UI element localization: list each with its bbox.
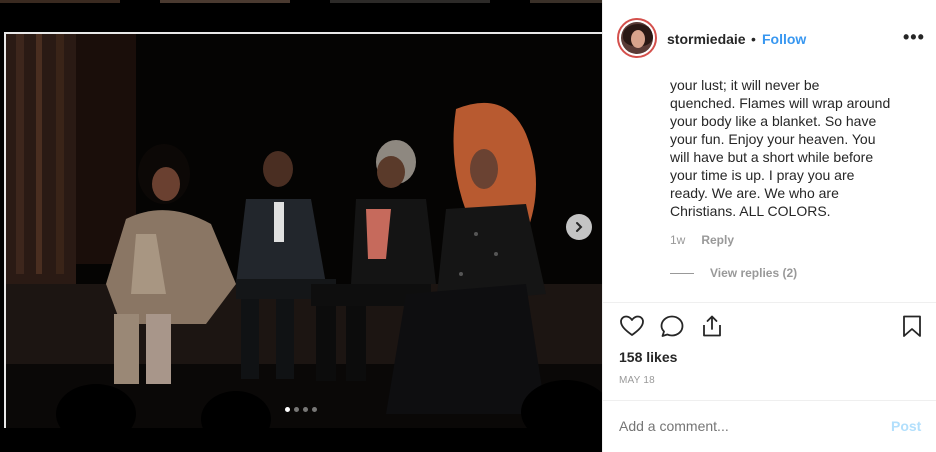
- comments-list: your lust; it will never be quenched. Fl…: [603, 76, 936, 302]
- thumbnail-edge: [330, 0, 490, 3]
- stage-photo-illustration: [6, 34, 602, 428]
- view-replies-label: View replies (2): [710, 266, 798, 280]
- comment-text: your lust; it will never be quenched. Fl…: [670, 76, 910, 220]
- comment-line: Christians. ALL COLORS.: [670, 203, 831, 219]
- carousel-next-button[interactable]: [566, 214, 592, 240]
- post-media: [0, 32, 602, 452]
- thumbnail-edge: [0, 0, 120, 3]
- username-link[interactable]: stormiedaie: [667, 31, 746, 47]
- comment-line: quenched. Flames will wrap around: [670, 95, 891, 111]
- comment-line: your time is up. I pray you are: [670, 167, 855, 183]
- thumbnail-edge: [160, 0, 290, 3]
- avatar[interactable]: [617, 18, 657, 58]
- divider: [603, 302, 936, 303]
- chevron-right-icon: [576, 222, 583, 232]
- comment-line: your fun. Enjoy your heaven. You: [670, 131, 876, 147]
- separator-bullet: •: [751, 31, 756, 47]
- post-date: MAY 18: [619, 375, 655, 386]
- bookmark-icon[interactable]: [901, 314, 923, 338]
- more-options-icon[interactable]: •••: [903, 27, 925, 48]
- comment-line: ready. We are. We who are: [670, 185, 839, 201]
- comment-line: your lust; it will never be: [670, 77, 820, 93]
- comment-age: 1w: [670, 233, 686, 247]
- post-side-panel: stormiedaie • Follow ••• your lust; it w…: [602, 0, 936, 452]
- post-comment-button[interactable]: Post: [891, 418, 921, 434]
- carousel-dot[interactable]: [312, 407, 317, 412]
- comment-line: your body like a blanket. So have: [670, 113, 877, 129]
- post-header: stormiedaie • Follow •••: [603, 0, 936, 76]
- carousel-dots: [285, 407, 317, 412]
- view-replies-button[interactable]: View replies (2): [670, 266, 797, 280]
- avatar-image: [621, 22, 653, 54]
- divider: [603, 400, 936, 401]
- carousel-dot[interactable]: [294, 407, 299, 412]
- thumbnail-edge: [530, 0, 602, 3]
- add-comment-input[interactable]: [619, 418, 869, 434]
- replies-divider-line: [670, 272, 694, 274]
- post-photo: [4, 32, 602, 428]
- heart-icon[interactable]: [619, 314, 645, 338]
- likes-count[interactable]: 158 likes: [619, 349, 677, 365]
- action-bar: [603, 314, 936, 344]
- comment-icon[interactable]: [659, 314, 685, 338]
- reply-button[interactable]: Reply: [701, 233, 734, 247]
- follow-button[interactable]: Follow: [762, 31, 806, 47]
- carousel-dot[interactable]: [303, 407, 308, 412]
- comment-line: will have but a short while before: [670, 149, 874, 165]
- comment-meta: 1w Reply: [670, 233, 734, 247]
- share-icon[interactable]: [699, 314, 725, 338]
- carousel-dot[interactable]: [285, 407, 290, 412]
